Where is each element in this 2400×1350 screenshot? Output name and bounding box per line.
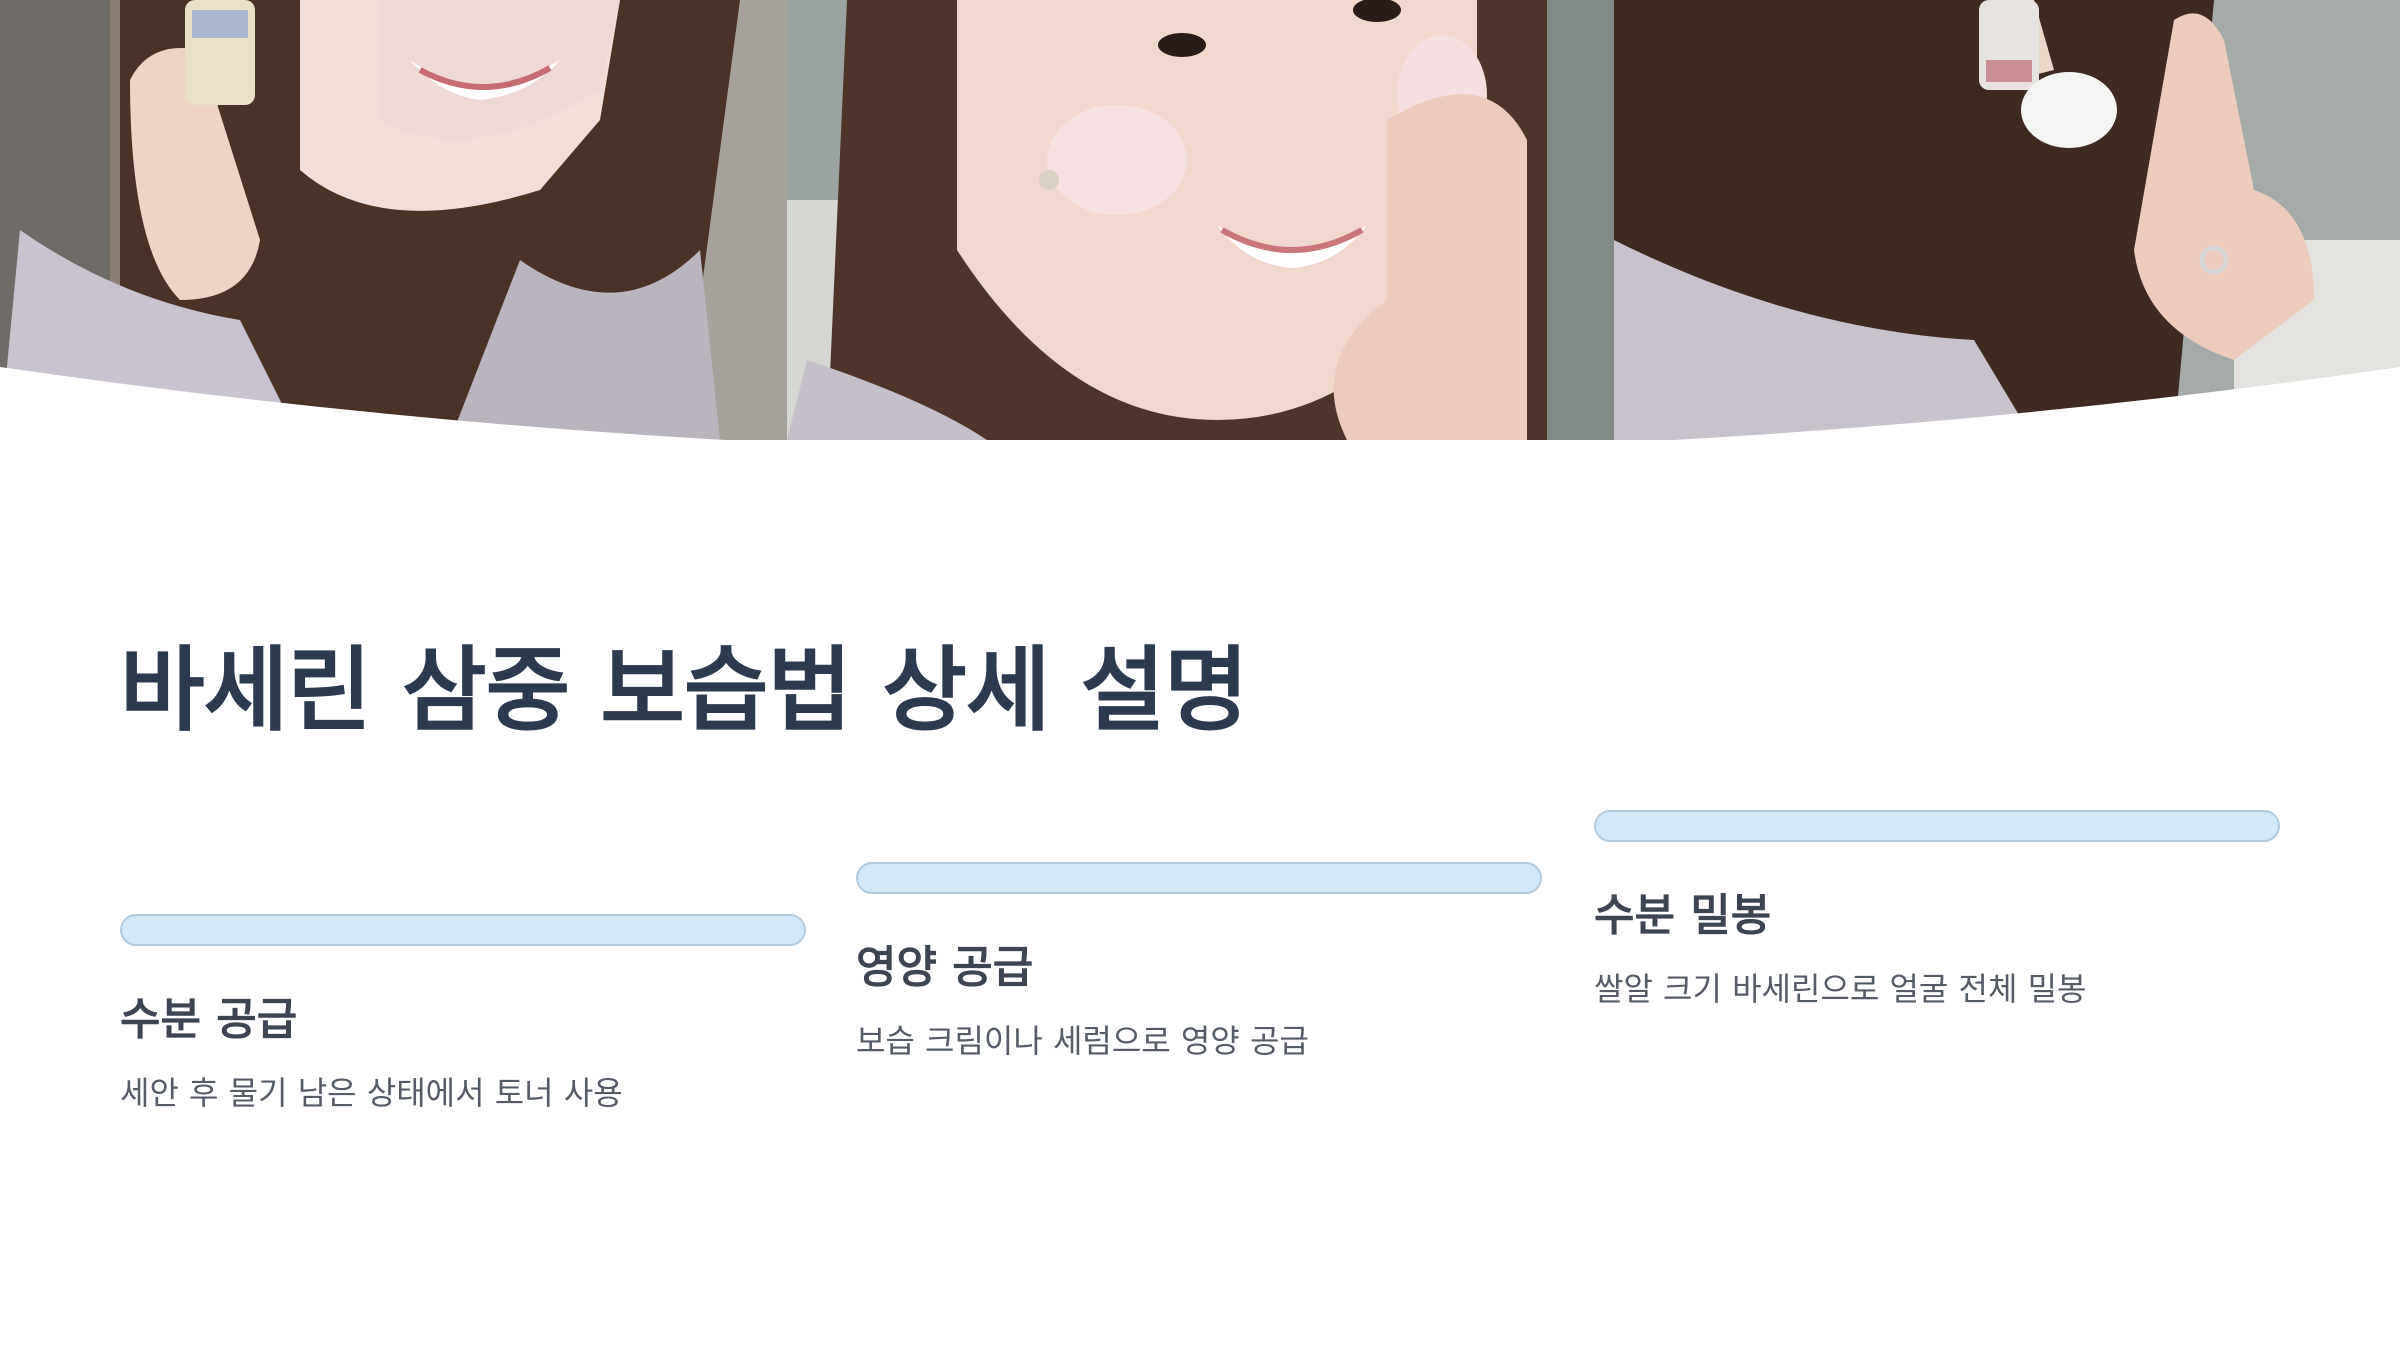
step-description: 보습 크림이나 세럼으로 영양 공급 [856,1021,1309,1060]
page-title: 바세린 삼중 보습법 상세 설명 [120,637,1249,744]
step-title: 영양 공급 [856,942,1034,993]
step-accent-bar [1594,810,2280,842]
step-accent-bar [120,914,806,946]
step-description: 쌀알 크기 바세린으로 얼굴 전체 밀봉 [1594,969,2087,1008]
step-card-sealing: 수분 밀봉 쌀알 크기 바세린으로 얼굴 전체 밀봉 [1594,810,2280,1010]
hero-curve-divider [0,367,2400,440]
step-accent-bar [856,862,1542,894]
step-title: 수분 공급 [120,994,298,1045]
step-card-nutrition: 영양 공급 보습 크림이나 세럼으로 영양 공급 [856,862,1542,1062]
step-card-hydration: 수분 공급 세안 후 물기 남은 상태에서 토너 사용 [120,914,806,1114]
step-title: 수분 밀봉 [1594,890,1772,941]
hero-photo-strip [0,0,2400,440]
step-description: 세안 후 물기 남은 상태에서 토너 사용 [120,1073,623,1112]
